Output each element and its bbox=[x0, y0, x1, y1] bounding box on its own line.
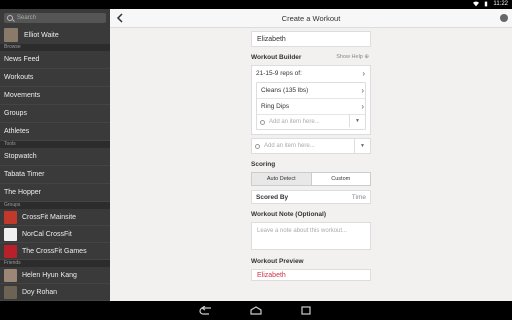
group-label: NorCal CrossFit bbox=[22, 230, 72, 238]
globe-icon[interactable] bbox=[500, 14, 508, 22]
sidebar-friend-item[interactable]: Helen Hyun Kang bbox=[0, 267, 110, 284]
page-title: Create a Workout bbox=[281, 14, 341, 23]
search-placeholder: Search bbox=[17, 15, 37, 21]
avatar bbox=[4, 268, 17, 282]
rep-scheme-row[interactable]: 21-15-9 reps of: › bbox=[256, 66, 366, 82]
group-label: CrossFit Mainsite bbox=[22, 213, 77, 221]
workout-preview-title: Workout Preview bbox=[251, 258, 304, 265]
sidebar-item-the-hopper[interactable]: The Hopper bbox=[0, 184, 110, 202]
sidebar-item-tabata-timer[interactable]: Tabata Timer bbox=[0, 166, 110, 184]
scoring-title: Scoring bbox=[251, 161, 276, 168]
movement-item[interactable]: Ring Dips › bbox=[257, 99, 365, 115]
home-icon[interactable] bbox=[249, 306, 263, 315]
group-logo bbox=[4, 210, 17, 224]
movement-label: Ring Dips bbox=[261, 103, 290, 110]
outer-add-placeholder: Add an item here... bbox=[264, 143, 315, 149]
dropdown-icon[interactable]: ▼ bbox=[354, 139, 370, 153]
sidebar-item-athletes[interactable]: Athletes bbox=[0, 123, 110, 141]
main-panel: Create a Workout Elizabeth Workout Build… bbox=[110, 9, 512, 301]
sidebar-friend-item[interactable]: Doy Rohan bbox=[0, 284, 110, 301]
search-icon bbox=[260, 119, 265, 125]
movement-item[interactable]: Cleans (135 lbs) › bbox=[257, 83, 365, 99]
action-bar: Create a Workout bbox=[110, 9, 512, 28]
avatar bbox=[4, 285, 17, 299]
sidebar-group-crossfit-mainsite[interactable]: CrossFit Mainsite bbox=[0, 209, 110, 226]
inner-add-item-input[interactable]: Add an item here... ▼ bbox=[257, 115, 365, 129]
workout-form: Elizabeth Workout Builder Show Help ⊕ 21… bbox=[251, 31, 371, 281]
show-help-label: Show Help bbox=[336, 54, 363, 60]
scored-by-value: Time bbox=[351, 194, 366, 201]
sidebar-user[interactable]: Elliot Waite bbox=[0, 26, 110, 44]
clock: 11:22 bbox=[493, 1, 508, 7]
workout-note-title: Workout Note (Optional) bbox=[251, 211, 326, 218]
back-icon[interactable] bbox=[199, 306, 213, 315]
status-icons: 11:22 bbox=[473, 1, 508, 7]
sidebar-item-stopwatch[interactable]: Stopwatch bbox=[0, 148, 110, 166]
sidebar-search-input[interactable]: Search bbox=[4, 13, 106, 23]
scored-by-label: Scored By bbox=[256, 194, 289, 201]
workout-builder-label: Workout Builder bbox=[251, 54, 302, 61]
sidebar-item-movements[interactable]: Movements bbox=[0, 87, 110, 105]
sidebar-item-workouts[interactable]: Workouts bbox=[0, 69, 110, 87]
show-help-link[interactable]: Show Help ⊕ bbox=[336, 52, 369, 63]
chevron-right-icon: › bbox=[362, 69, 365, 78]
sidebar: Search Elliot Waite Browse News Feed Wor… bbox=[0, 9, 110, 301]
scored-by-row[interactable]: Scored By Time bbox=[251, 190, 371, 204]
status-bar: 11:22 bbox=[0, 0, 512, 9]
workout-builder: 21-15-9 reps of: › Cleans (135 lbs) › Ri… bbox=[251, 65, 371, 135]
chevron-right-icon: › bbox=[361, 102, 364, 111]
movement-list: Cleans (135 lbs) › Ring Dips › Add an it… bbox=[256, 82, 366, 130]
battery-icon bbox=[485, 1, 488, 7]
movement-label: Cleans (135 lbs) bbox=[261, 87, 309, 94]
avatar bbox=[4, 28, 18, 42]
scoring-toggle: Auto Detect Custom bbox=[251, 172, 371, 186]
search-icon bbox=[255, 143, 260, 149]
section-groups: Groups bbox=[0, 202, 110, 209]
workout-builder-title: Workout Builder Show Help ⊕ bbox=[251, 52, 371, 63]
section-browse: Browse bbox=[0, 44, 110, 51]
friend-label: Helen Hyun Kang bbox=[22, 271, 77, 279]
scoring-auto-detect-button[interactable]: Auto Detect bbox=[252, 173, 312, 185]
sidebar-group-norcal-crossfit[interactable]: NorCal CrossFit bbox=[0, 226, 110, 243]
group-logo bbox=[4, 227, 17, 241]
group-logo bbox=[4, 244, 17, 258]
rep-scheme-label: 21-15-9 reps of: bbox=[256, 70, 302, 77]
sidebar-item-groups[interactable]: Groups bbox=[0, 105, 110, 123]
sidebar-group-crossfit-games[interactable]: The CrossFit Games bbox=[0, 243, 110, 260]
friend-label: Doy Rohan bbox=[22, 288, 58, 296]
outer-add-item-input[interactable]: Add an item here... ▼ bbox=[251, 138, 371, 154]
section-tools: Tools bbox=[0, 141, 110, 148]
workout-name-field[interactable]: Elizabeth bbox=[251, 31, 371, 47]
chevron-right-icon: › bbox=[361, 86, 364, 95]
workout-note-field[interactable]: Leave a note about this workout... bbox=[251, 222, 371, 250]
inner-add-placeholder: Add an item here... bbox=[269, 119, 320, 125]
section-friends: Friends bbox=[0, 260, 110, 267]
search-icon bbox=[7, 15, 13, 21]
user-name: Elliot Waite bbox=[24, 31, 59, 39]
wifi-icon bbox=[473, 1, 480, 7]
system-nav-bar bbox=[0, 301, 512, 320]
sidebar-item-news-feed[interactable]: News Feed bbox=[0, 51, 110, 69]
recent-apps-icon[interactable] bbox=[299, 306, 313, 315]
scoring-custom-button[interactable]: Custom bbox=[312, 173, 371, 185]
dropdown-icon[interactable]: ▼ bbox=[349, 115, 365, 127]
workout-preview-name: Elizabeth bbox=[251, 269, 371, 281]
group-label: The CrossFit Games bbox=[22, 247, 87, 255]
help-icon: ⊕ bbox=[364, 54, 369, 60]
